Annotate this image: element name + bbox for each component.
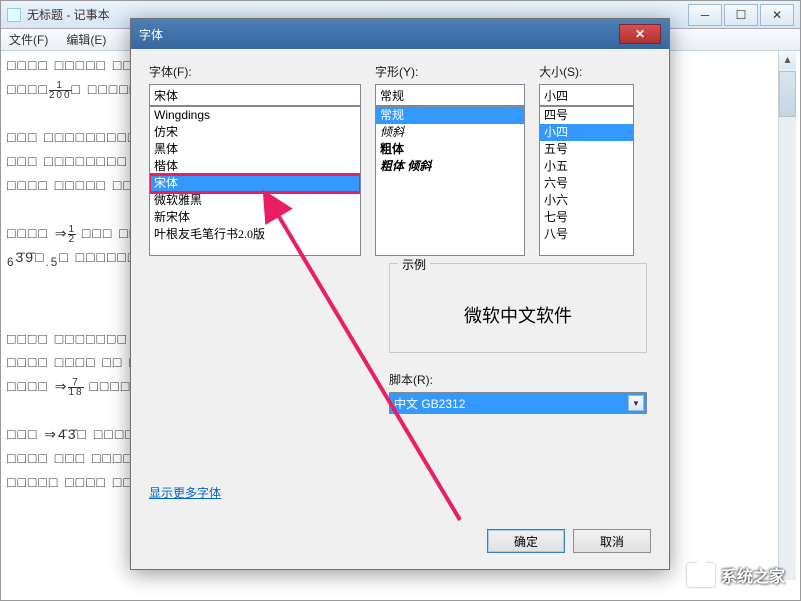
cancel-button[interactable]: 取消 xyxy=(573,529,651,553)
sample-text: 微软中文软件 xyxy=(464,302,572,328)
close-button[interactable]: ✕ xyxy=(760,4,794,26)
script-combobox[interactable]: 中文 GB2312 ▼ xyxy=(389,392,647,414)
watermark-text: 系统之家 xyxy=(721,563,785,587)
style-column: 字形(Y): 常规倾斜粗体粗体 倾斜 xyxy=(375,63,525,256)
font-option[interactable]: 叶根友毛笔行书2.0版 xyxy=(150,226,360,243)
font-option[interactable]: 黑体 xyxy=(150,141,360,158)
font-option[interactable]: 楷体 xyxy=(150,158,360,175)
menu-edit[interactable]: 编辑(E) xyxy=(62,29,110,50)
script-group: 脚本(R): 中文 GB2312 ▼ xyxy=(389,371,647,414)
font-column: 字体(F): Wingdings仿宋黑体楷体宋体微软雅黑新宋体叶根友毛笔行书2.… xyxy=(149,63,361,256)
size-option[interactable]: 五号 xyxy=(540,141,633,158)
style-label: 字形(Y): xyxy=(375,63,525,80)
chevron-down-icon: ▼ xyxy=(628,395,644,411)
size-column: 大小(S): 四号小四五号小五六号小六七号八号 xyxy=(539,63,634,256)
font-option[interactable]: 宋体 xyxy=(150,175,360,192)
dialog-title: 字体 xyxy=(139,26,619,43)
font-option[interactable]: Wingdings xyxy=(150,107,360,124)
dialog-titlebar: 字体 ✕ xyxy=(131,19,669,49)
dialog-buttons: 确定 取消 xyxy=(487,529,651,553)
style-input[interactable] xyxy=(375,84,525,106)
size-option[interactable]: 六号 xyxy=(540,175,633,192)
window-controls: ─ ☐ ✕ xyxy=(688,4,794,26)
font-option[interactable]: 仿宋 xyxy=(150,124,360,141)
size-option[interactable]: 小六 xyxy=(540,192,633,209)
size-listbox[interactable]: 四号小四五号小五六号小六七号八号 xyxy=(539,106,634,256)
dialog-close-button[interactable]: ✕ xyxy=(619,24,661,44)
font-option[interactable]: 微软雅黑 xyxy=(150,192,360,209)
style-option[interactable]: 常规 xyxy=(376,107,524,124)
menu-file[interactable]: 文件(F) xyxy=(5,29,52,50)
scroll-thumb[interactable] xyxy=(779,71,796,117)
sample-group: 示例 微软中文软件 xyxy=(389,263,647,367)
sample-label: 示例 xyxy=(398,256,430,273)
scroll-up-icon[interactable]: ▴ xyxy=(779,51,796,69)
style-listbox[interactable]: 常规倾斜粗体粗体 倾斜 xyxy=(375,106,525,256)
style-option[interactable]: 粗体 xyxy=(376,141,524,158)
watermark: 系统之家 xyxy=(687,563,785,587)
size-input[interactable] xyxy=(539,84,634,106)
show-more-fonts-link[interactable]: 显示更多字体 xyxy=(149,484,221,501)
script-value: 中文 GB2312 xyxy=(394,395,465,412)
size-label: 大小(S): xyxy=(539,63,634,80)
size-option[interactable]: 四号 xyxy=(540,107,633,124)
style-option[interactable]: 倾斜 xyxy=(376,124,524,141)
maximize-button[interactable]: ☐ xyxy=(724,4,758,26)
watermark-icon xyxy=(687,563,715,587)
vertical-scrollbar[interactable]: ▴ xyxy=(778,51,796,580)
dialog-body: 字体(F): Wingdings仿宋黑体楷体宋体微软雅黑新宋体叶根友毛笔行书2.… xyxy=(131,49,669,569)
notepad-icon xyxy=(7,8,21,22)
minimize-button[interactable]: ─ xyxy=(688,4,722,26)
font-option[interactable]: 新宋体 xyxy=(150,209,360,226)
script-label: 脚本(R): xyxy=(389,371,647,388)
ok-button[interactable]: 确定 xyxy=(487,529,565,553)
size-option[interactable]: 七号 xyxy=(540,209,633,226)
size-option[interactable]: 小五 xyxy=(540,158,633,175)
font-dialog: 字体 ✕ 字体(F): Wingdings仿宋黑体楷体宋体微软雅黑新宋体叶根友毛… xyxy=(130,18,670,570)
font-label: 字体(F): xyxy=(149,63,361,80)
size-option[interactable]: 小四 xyxy=(540,124,633,141)
style-option[interactable]: 粗体 倾斜 xyxy=(376,158,524,175)
size-option[interactable]: 八号 xyxy=(540,226,633,243)
font-listbox[interactable]: Wingdings仿宋黑体楷体宋体微软雅黑新宋体叶根友毛笔行书2.0版 xyxy=(149,106,361,256)
font-input[interactable] xyxy=(149,84,361,106)
